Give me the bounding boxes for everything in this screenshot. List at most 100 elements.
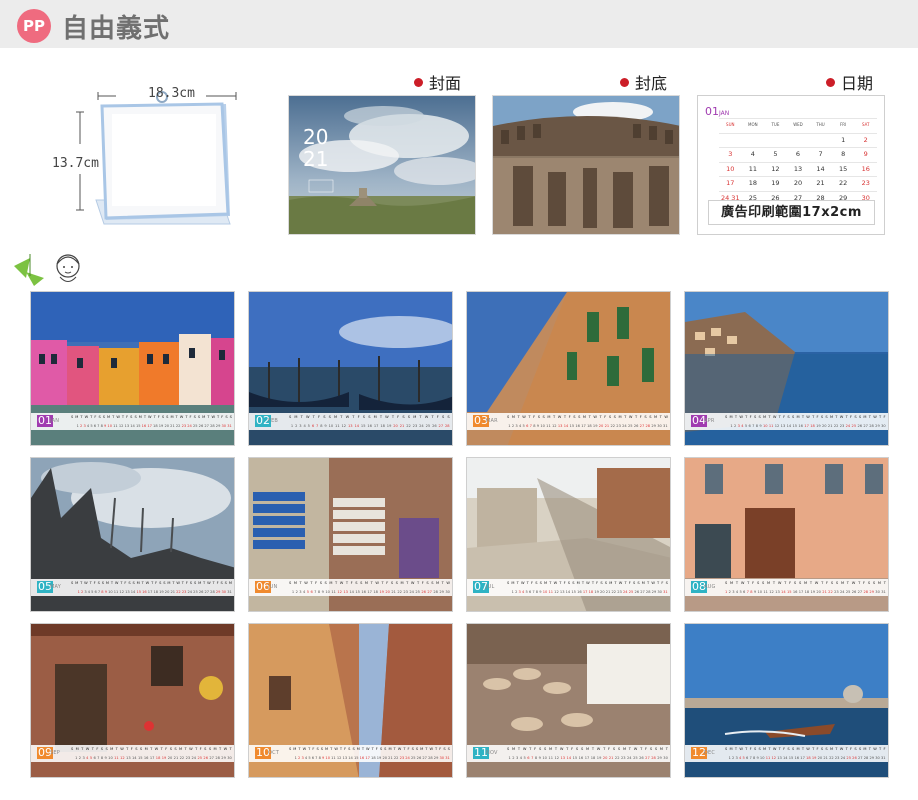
strip-weekday: W — [740, 581, 745, 585]
strip-weekday: W — [305, 415, 310, 419]
weekday-header-row: SUN MON TUE WED THU FRI SAT — [719, 118, 877, 133]
strip-weekday: F — [661, 581, 664, 585]
strip-day: 3 — [83, 424, 86, 428]
strip-weekday: M — [167, 581, 171, 585]
strip-day: 2 — [732, 756, 735, 760]
strip-day: 17 — [800, 756, 805, 760]
strip-weekday: W — [120, 747, 124, 751]
strip-day: 5 — [308, 756, 311, 760]
strip-day: 14 — [131, 756, 137, 760]
weekday-label: WED — [793, 122, 803, 127]
strip-weekday: W — [429, 747, 434, 751]
strip-day: 1 — [728, 756, 731, 760]
strip-day: 20 — [600, 590, 605, 594]
strip-day: 29 — [215, 424, 221, 428]
strip-weekday: T — [110, 581, 114, 585]
strip-weekday: S — [820, 415, 824, 419]
strip-day: 25 — [627, 424, 633, 428]
strip-day: 28 — [445, 424, 450, 428]
strip-day: 29 — [869, 590, 874, 594]
strip-weekday: W — [522, 415, 526, 419]
strip-weekday: M — [622, 747, 627, 751]
strip-weekday: S — [537, 415, 540, 419]
strip-day: 21 — [827, 424, 833, 428]
strip-day: 30 — [227, 756, 232, 760]
strip-day: 18 — [155, 756, 161, 760]
strip-day: 24 — [622, 424, 627, 428]
strip-weekday: T — [768, 747, 771, 751]
strip-day: 3 — [518, 590, 521, 594]
month-days: S M T W T F S S M T W T F S S M T W T F S S M T W T F S S 1 2 3 4 5 6 7 8 9 10… — [289, 414, 450, 429]
strip-weekday: S — [758, 747, 761, 751]
strip-day: 17 — [373, 424, 379, 428]
strip-day: 22 — [406, 424, 411, 428]
strip-weekday: W — [176, 581, 180, 585]
day-cell: 15 — [838, 164, 848, 173]
strip-weekday: M — [325, 747, 329, 751]
strip-day: 18 — [373, 590, 378, 594]
strip-weekday: S — [753, 415, 757, 419]
strip-day: 24 — [839, 590, 845, 594]
strip-day: 4 — [304, 756, 308, 760]
strip-weekday: T — [734, 747, 738, 751]
strip-weekday: T — [175, 415, 178, 419]
month-card-jan: 01 JAN S M T W T F S S M T W T F S S M T W T F S S M T W T F S S M T W T F S… — [30, 291, 235, 446]
strip-weekday: M — [373, 415, 377, 419]
strip-weekday: T — [425, 747, 428, 751]
strip-day: 24 — [627, 756, 632, 760]
strip-day: 19 — [594, 590, 599, 594]
strip-weekday: T — [345, 581, 349, 585]
strip-weekday: S — [825, 415, 828, 419]
strip-day: 13 — [780, 424, 786, 428]
strip-weekday: S — [665, 581, 668, 585]
strip-weekday: F — [350, 581, 353, 585]
day-cell — [719, 134, 742, 148]
strip-day: 22 — [610, 424, 616, 428]
strip-day: 1 — [730, 424, 733, 428]
strip-day: 1 — [725, 590, 728, 594]
strip-day: 20 — [602, 756, 608, 760]
strip-day: 3 — [299, 590, 302, 594]
month-name: OCT — [268, 750, 280, 756]
month-card-may: 05 MAY S M T W T F S S M T W T F S S M T W T F S S M T W T F S S M T W T F S… — [30, 457, 235, 612]
strip-weekday: S — [225, 415, 228, 419]
strip-weekday: T — [624, 581, 627, 585]
strip-day: 24 — [845, 424, 851, 428]
strip-weekday: F — [850, 747, 853, 751]
strip-day: 4 — [518, 424, 522, 428]
strip-weekday: S — [604, 581, 608, 585]
month-days: SMTWTFSSMTWTFSSMTWTFSSMTWTFSSMTWTFSS1234… — [289, 746, 450, 761]
strip-weekday: S — [617, 747, 621, 751]
strip-weekday: T — [566, 747, 569, 751]
strip-weekday: F — [357, 415, 360, 419]
strip-day: 30 — [663, 756, 668, 760]
strip-weekday: T — [335, 581, 338, 585]
strip-day: 6 — [93, 424, 97, 428]
strip-weekday: T — [203, 581, 206, 585]
strip-day: 10 — [759, 756, 765, 760]
strip-weekday: F — [604, 415, 607, 419]
strip-day: 14 — [565, 590, 571, 594]
strip-day: 27 — [857, 590, 863, 594]
strip-weekday: F — [533, 415, 536, 419]
strip-weekday: M — [549, 747, 553, 751]
strip-day: 4 — [86, 756, 89, 760]
strip-day: 5 — [522, 424, 525, 428]
strip-day: 9 — [536, 424, 540, 428]
strip-weekday: T — [634, 415, 638, 419]
month-days: SMTWTFSSMTWTFSSMTWTFSSMTWTFSSMTW12345678… — [507, 414, 668, 429]
strip-weekday: T — [310, 581, 313, 585]
strip-weekday: M — [420, 747, 424, 751]
strip-day: 11 — [331, 590, 336, 594]
strip-day: 24 — [191, 756, 197, 760]
strip-day: 19 — [816, 424, 821, 428]
strip-weekday: S — [854, 747, 857, 751]
strip-weekday: M — [213, 747, 217, 751]
strip-day: 12 — [552, 424, 557, 428]
strip-day: 7 — [314, 590, 317, 594]
strip-day: 19 — [379, 590, 384, 594]
strip-weekday: F — [130, 747, 133, 751]
strip-weekday: S — [725, 747, 728, 751]
cover-year-bottom: 21 — [303, 147, 329, 171]
strip-day: 13 — [125, 590, 130, 594]
